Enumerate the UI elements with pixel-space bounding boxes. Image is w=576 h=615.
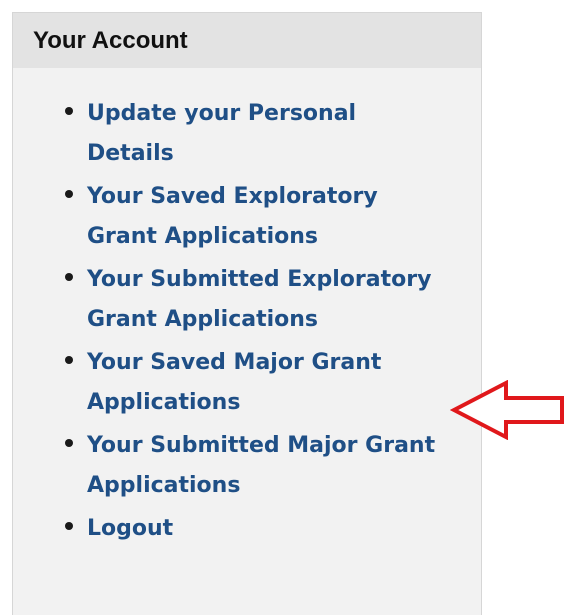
bullet-icon (65, 522, 73, 530)
list-item: Logout (13, 509, 481, 549)
saved-exploratory-applications-link[interactable]: Your Saved Exploratory Grant Application… (87, 177, 441, 257)
update-personal-details-link[interactable]: Update your Personal Details (87, 94, 441, 174)
your-account-panel: Your Account Update your Personal Detail… (12, 12, 482, 615)
submitted-exploratory-applications-link[interactable]: Your Submitted Exploratory Grant Applica… (87, 260, 441, 340)
bullet-icon (65, 107, 73, 115)
list-item: Update your Personal Details (13, 94, 481, 174)
submitted-major-applications-link[interactable]: Your Submitted Major Grant Applications (87, 426, 441, 506)
bullet-icon (65, 439, 73, 447)
panel-title: Your Account (33, 26, 188, 54)
list-item: Your Saved Major Grant Applications (13, 343, 481, 423)
arrow-shape (450, 380, 564, 440)
panel-header: Your Account (13, 13, 481, 68)
list-item: Your Submitted Exploratory Grant Applica… (13, 260, 481, 340)
logout-link[interactable]: Logout (87, 509, 441, 549)
list-item: Your Submitted Major Grant Applications (13, 426, 481, 506)
account-links-list: Update your Personal Details Your Saved … (13, 68, 481, 549)
bullet-icon (65, 273, 73, 281)
list-item: Your Saved Exploratory Grant Application… (13, 177, 481, 257)
bullet-icon (65, 190, 73, 198)
bullet-icon (65, 356, 73, 364)
left-arrow-outline-icon (450, 380, 564, 440)
saved-major-applications-link[interactable]: Your Saved Major Grant Applications (87, 343, 441, 423)
